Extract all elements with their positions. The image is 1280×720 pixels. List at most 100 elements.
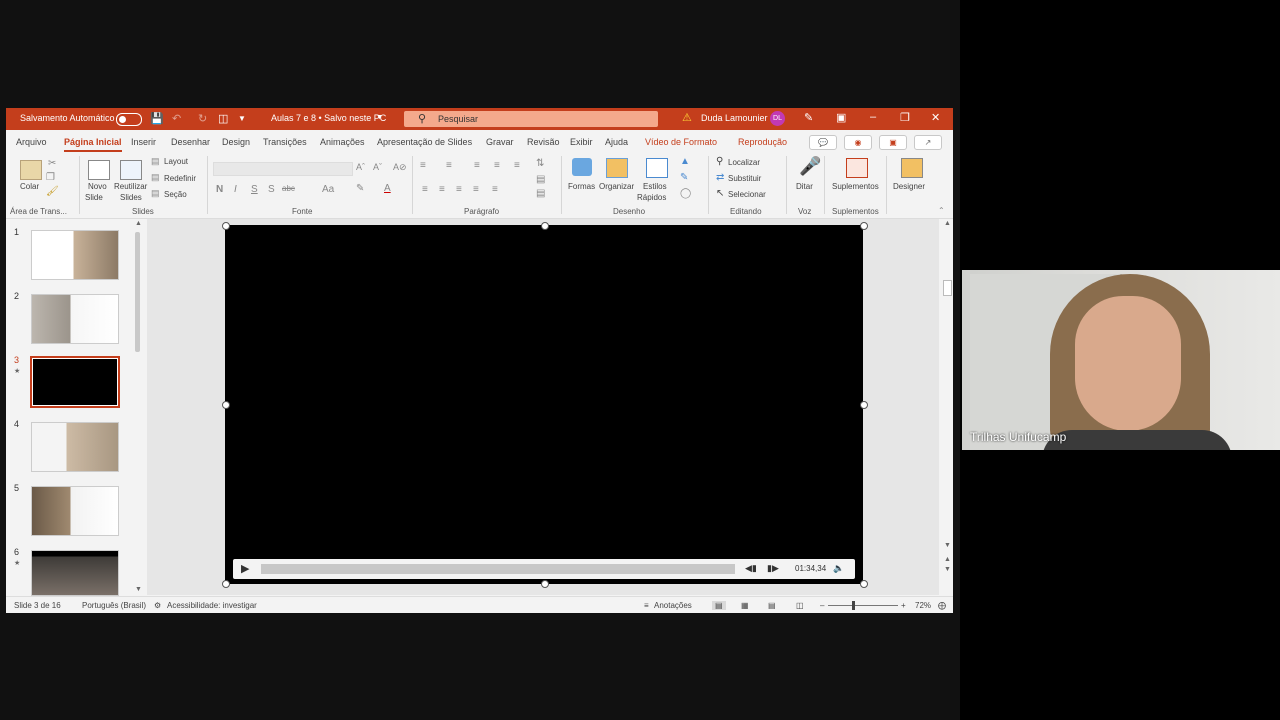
collapse-ribbon-icon[interactable]: ⌃ bbox=[938, 206, 945, 215]
video-slide[interactable]: ▶ ◀▮ ▮▶ 01:34,34 🔈 bbox=[225, 225, 863, 584]
thumbnail-scrollbar[interactable]: ▲ ▼ bbox=[133, 220, 143, 596]
document-title[interactable]: Aulas 7 e 8 • Salvo neste PC bbox=[271, 113, 386, 123]
zoom-slider[interactable] bbox=[828, 605, 898, 606]
arrange-label[interactable]: Organizar bbox=[599, 182, 634, 191]
new-slide-icon[interactable] bbox=[88, 160, 110, 180]
zoom-in-icon[interactable]: + bbox=[901, 601, 906, 610]
slide-thumbnail-4[interactable] bbox=[31, 422, 119, 472]
shape-effects-icon[interactable]: ◯ bbox=[680, 188, 691, 199]
play-icon[interactable]: ▶ bbox=[241, 562, 249, 575]
zoom-slider-handle[interactable] bbox=[852, 601, 855, 610]
zoom-out-icon[interactable]: – bbox=[820, 601, 824, 610]
slide-sorter-icon[interactable]: ▦ bbox=[741, 601, 749, 610]
highlight-icon[interactable]: ✎ bbox=[356, 183, 364, 194]
warning-icon[interactable]: ⚠ bbox=[682, 111, 692, 124]
reading-view-icon[interactable]: ▤ bbox=[768, 601, 776, 610]
next-slide-icon[interactable]: ▼ bbox=[944, 566, 951, 573]
quick-styles-icon[interactable] bbox=[646, 158, 668, 178]
bullets-icon[interactable]: ≡ bbox=[420, 160, 426, 171]
font-size-up-icon[interactable]: Aˆ bbox=[356, 162, 365, 172]
resize-handle[interactable] bbox=[541, 222, 549, 230]
scrollbar-thumb[interactable] bbox=[135, 232, 140, 352]
replace-button[interactable]: Substituir bbox=[728, 174, 761, 183]
bold-button[interactable]: N bbox=[216, 184, 223, 195]
tab-gravar[interactable]: Gravar bbox=[486, 137, 514, 147]
resize-handle[interactable] bbox=[860, 401, 868, 409]
tab-inserir[interactable]: Inserir bbox=[131, 137, 156, 147]
smartart-icon[interactable]: ▤ bbox=[536, 188, 545, 199]
shape-outline-icon[interactable]: ✎ bbox=[680, 172, 688, 183]
shapes-icon[interactable] bbox=[572, 158, 592, 176]
dictate-label[interactable]: Ditar bbox=[796, 182, 813, 191]
accessibility-status[interactable]: Acessibilidade: investigar bbox=[167, 601, 257, 610]
user-name[interactable]: Duda Lamounier bbox=[701, 113, 768, 123]
tab-desenhar[interactable]: Desenhar bbox=[171, 137, 210, 147]
designer-icon[interactable] bbox=[901, 158, 923, 178]
font-color-icon[interactable]: A bbox=[384, 183, 391, 194]
scroll-up-icon[interactable]: ▲ bbox=[944, 220, 951, 227]
copy-icon[interactable]: ❐ bbox=[46, 172, 55, 183]
outdent-icon[interactable]: ≡ bbox=[494, 160, 500, 171]
tab-revisao[interactable]: Revisão bbox=[527, 137, 560, 147]
align-left-icon[interactable]: ≡ bbox=[422, 184, 428, 195]
font-size-down-icon[interactable]: Aˇ bbox=[373, 162, 382, 172]
language-indicator[interactable]: Português (Brasil) bbox=[82, 601, 146, 610]
addins-icon[interactable] bbox=[846, 158, 868, 178]
paste-label[interactable]: Colar bbox=[20, 182, 39, 191]
microphone-icon[interactable]: 🎤 bbox=[799, 156, 821, 177]
find-button[interactable]: Localizar bbox=[728, 158, 760, 167]
addins-label[interactable]: Suplementos bbox=[832, 182, 879, 191]
new-slide-label-2[interactable]: Slide bbox=[85, 193, 103, 202]
webcam-video-tile[interactable]: Trilhas Unifucamp bbox=[962, 270, 1280, 450]
resize-handle[interactable] bbox=[222, 222, 230, 230]
ribbon-display-icon[interactable]: ▣ bbox=[836, 111, 846, 124]
scrollbar-thumb[interactable] bbox=[943, 280, 952, 296]
scroll-down-icon[interactable]: ▼ bbox=[135, 586, 142, 593]
save-icon[interactable]: 💾 bbox=[150, 112, 164, 125]
slideshow-icon[interactable]: ◫ bbox=[796, 601, 804, 610]
shape-fill-icon[interactable]: ▲ bbox=[680, 156, 690, 167]
tab-pagina-inicial[interactable]: Página Inicial bbox=[64, 137, 122, 152]
shadow-button[interactable]: S bbox=[268, 184, 275, 195]
step-forward-icon[interactable]: ▮▶ bbox=[767, 563, 779, 574]
notes-button[interactable]: Anotações bbox=[654, 601, 692, 610]
resize-handle[interactable] bbox=[860, 222, 868, 230]
designer-label[interactable]: Designer bbox=[893, 182, 925, 191]
tab-design[interactable]: Design bbox=[222, 137, 250, 147]
align-center-icon[interactable]: ≡ bbox=[439, 184, 445, 195]
format-painter-icon[interactable]: 🖌 bbox=[46, 186, 59, 197]
redo-icon[interactable]: ↻ bbox=[198, 112, 207, 125]
justify-icon[interactable]: ≡ bbox=[473, 184, 479, 195]
slide-thumbnail-2[interactable] bbox=[31, 294, 119, 344]
fit-to-window-icon[interactable]: ⨁ bbox=[938, 601, 946, 610]
step-back-icon[interactable]: ◀▮ bbox=[745, 563, 757, 574]
resize-handle[interactable] bbox=[541, 580, 549, 588]
arrange-icon[interactable] bbox=[606, 158, 628, 178]
new-slide-label[interactable]: Novo bbox=[88, 182, 107, 191]
resize-handle[interactable] bbox=[860, 580, 868, 588]
italic-button[interactable]: I bbox=[234, 184, 237, 195]
scroll-up-icon[interactable]: ▲ bbox=[135, 220, 142, 227]
slide-thumbnail-3[interactable] bbox=[30, 356, 120, 408]
tab-apresentacao[interactable]: Apresentação de Slides bbox=[377, 137, 472, 147]
tab-exibir[interactable]: Exibir bbox=[570, 137, 593, 147]
cut-icon[interactable]: ✂ bbox=[48, 158, 56, 169]
slide-thumbnail-5[interactable] bbox=[31, 486, 119, 536]
customize-toolbar-icon[interactable]: ▼ bbox=[238, 114, 246, 123]
strikethrough-button[interactable]: abc bbox=[282, 184, 295, 193]
tab-ajuda[interactable]: Ajuda bbox=[605, 137, 628, 147]
resize-handle[interactable] bbox=[222, 580, 230, 588]
quick-styles-label[interactable]: Estilos bbox=[643, 182, 667, 191]
search-box[interactable]: ⚲ Pesquisar bbox=[404, 111, 658, 127]
clear-format-icon[interactable]: A⊘ bbox=[393, 162, 407, 173]
quick-styles-label-2[interactable]: Rápidos bbox=[637, 193, 666, 202]
slide-thumbnail-6[interactable] bbox=[31, 550, 119, 596]
select-button[interactable]: Selecionar bbox=[728, 190, 766, 199]
close-icon[interactable]: ✕ bbox=[931, 111, 940, 124]
reuse-slides-icon[interactable] bbox=[120, 160, 142, 180]
tab-transicoes[interactable]: Transições bbox=[263, 137, 307, 147]
align-right-icon[interactable]: ≡ bbox=[456, 184, 462, 195]
slide-thumbnail-1[interactable] bbox=[31, 230, 119, 280]
avatar[interactable]: DL bbox=[770, 111, 785, 126]
text-direction-icon[interactable]: ⇅ bbox=[536, 158, 544, 169]
